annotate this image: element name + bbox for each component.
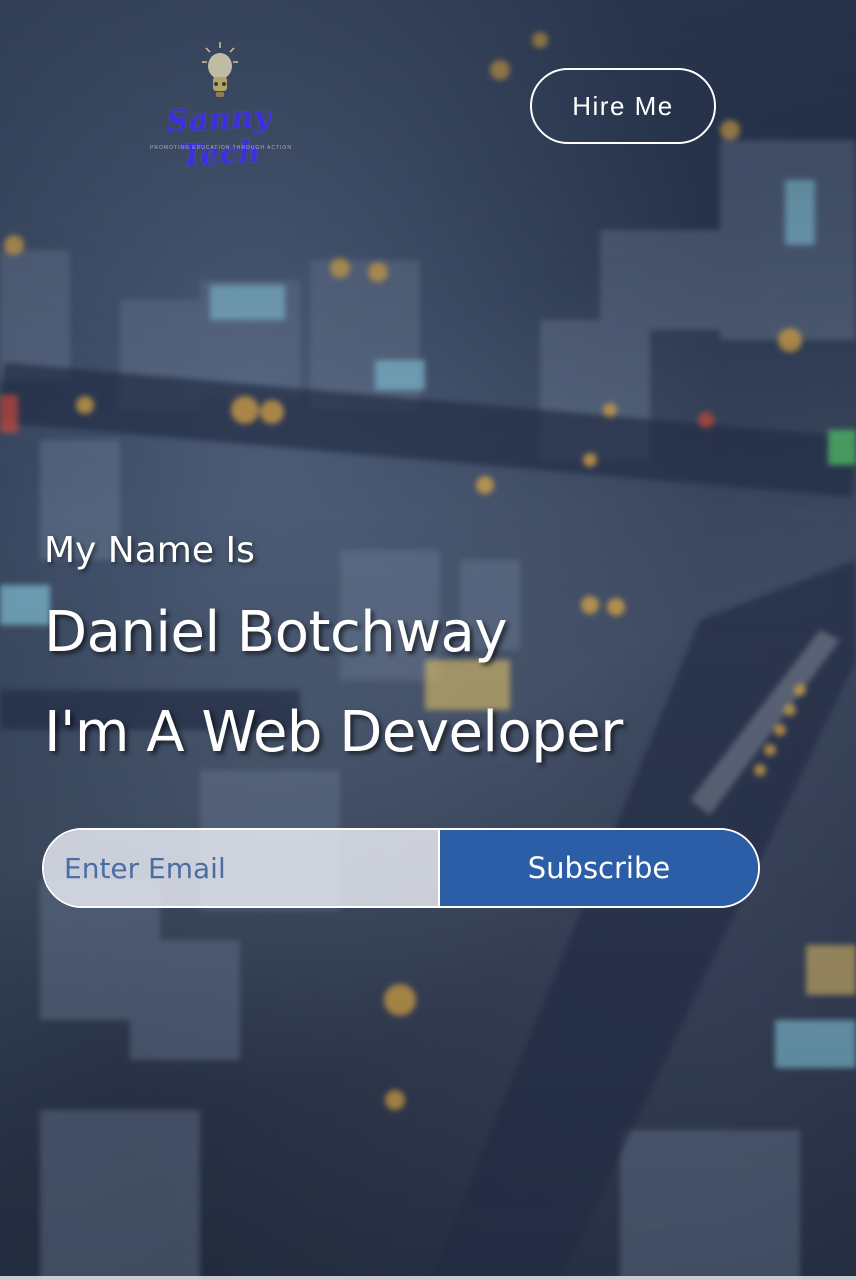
- hire-me-button[interactable]: Hire Me: [530, 68, 716, 144]
- hero-role: I'm A Web Developer: [44, 700, 623, 765]
- subscribe-form: Subscribe: [42, 828, 760, 908]
- brand-name: Sanny Tech: [165, 99, 273, 175]
- bottom-edge: [0, 1276, 856, 1280]
- subscribe-button[interactable]: Subscribe: [438, 830, 758, 906]
- site-logo[interactable]: Sanny Tech PROMOTING EDUCATION THROUGH A…: [140, 42, 300, 174]
- hero-name: Daniel Botchway: [44, 600, 507, 665]
- lightbulb-icon: [202, 42, 238, 97]
- hero-intro: My Name Is: [44, 530, 255, 571]
- email-input[interactable]: [44, 830, 438, 906]
- brand-tagline: PROMOTING EDUCATION THROUGH ACTION: [150, 145, 292, 151]
